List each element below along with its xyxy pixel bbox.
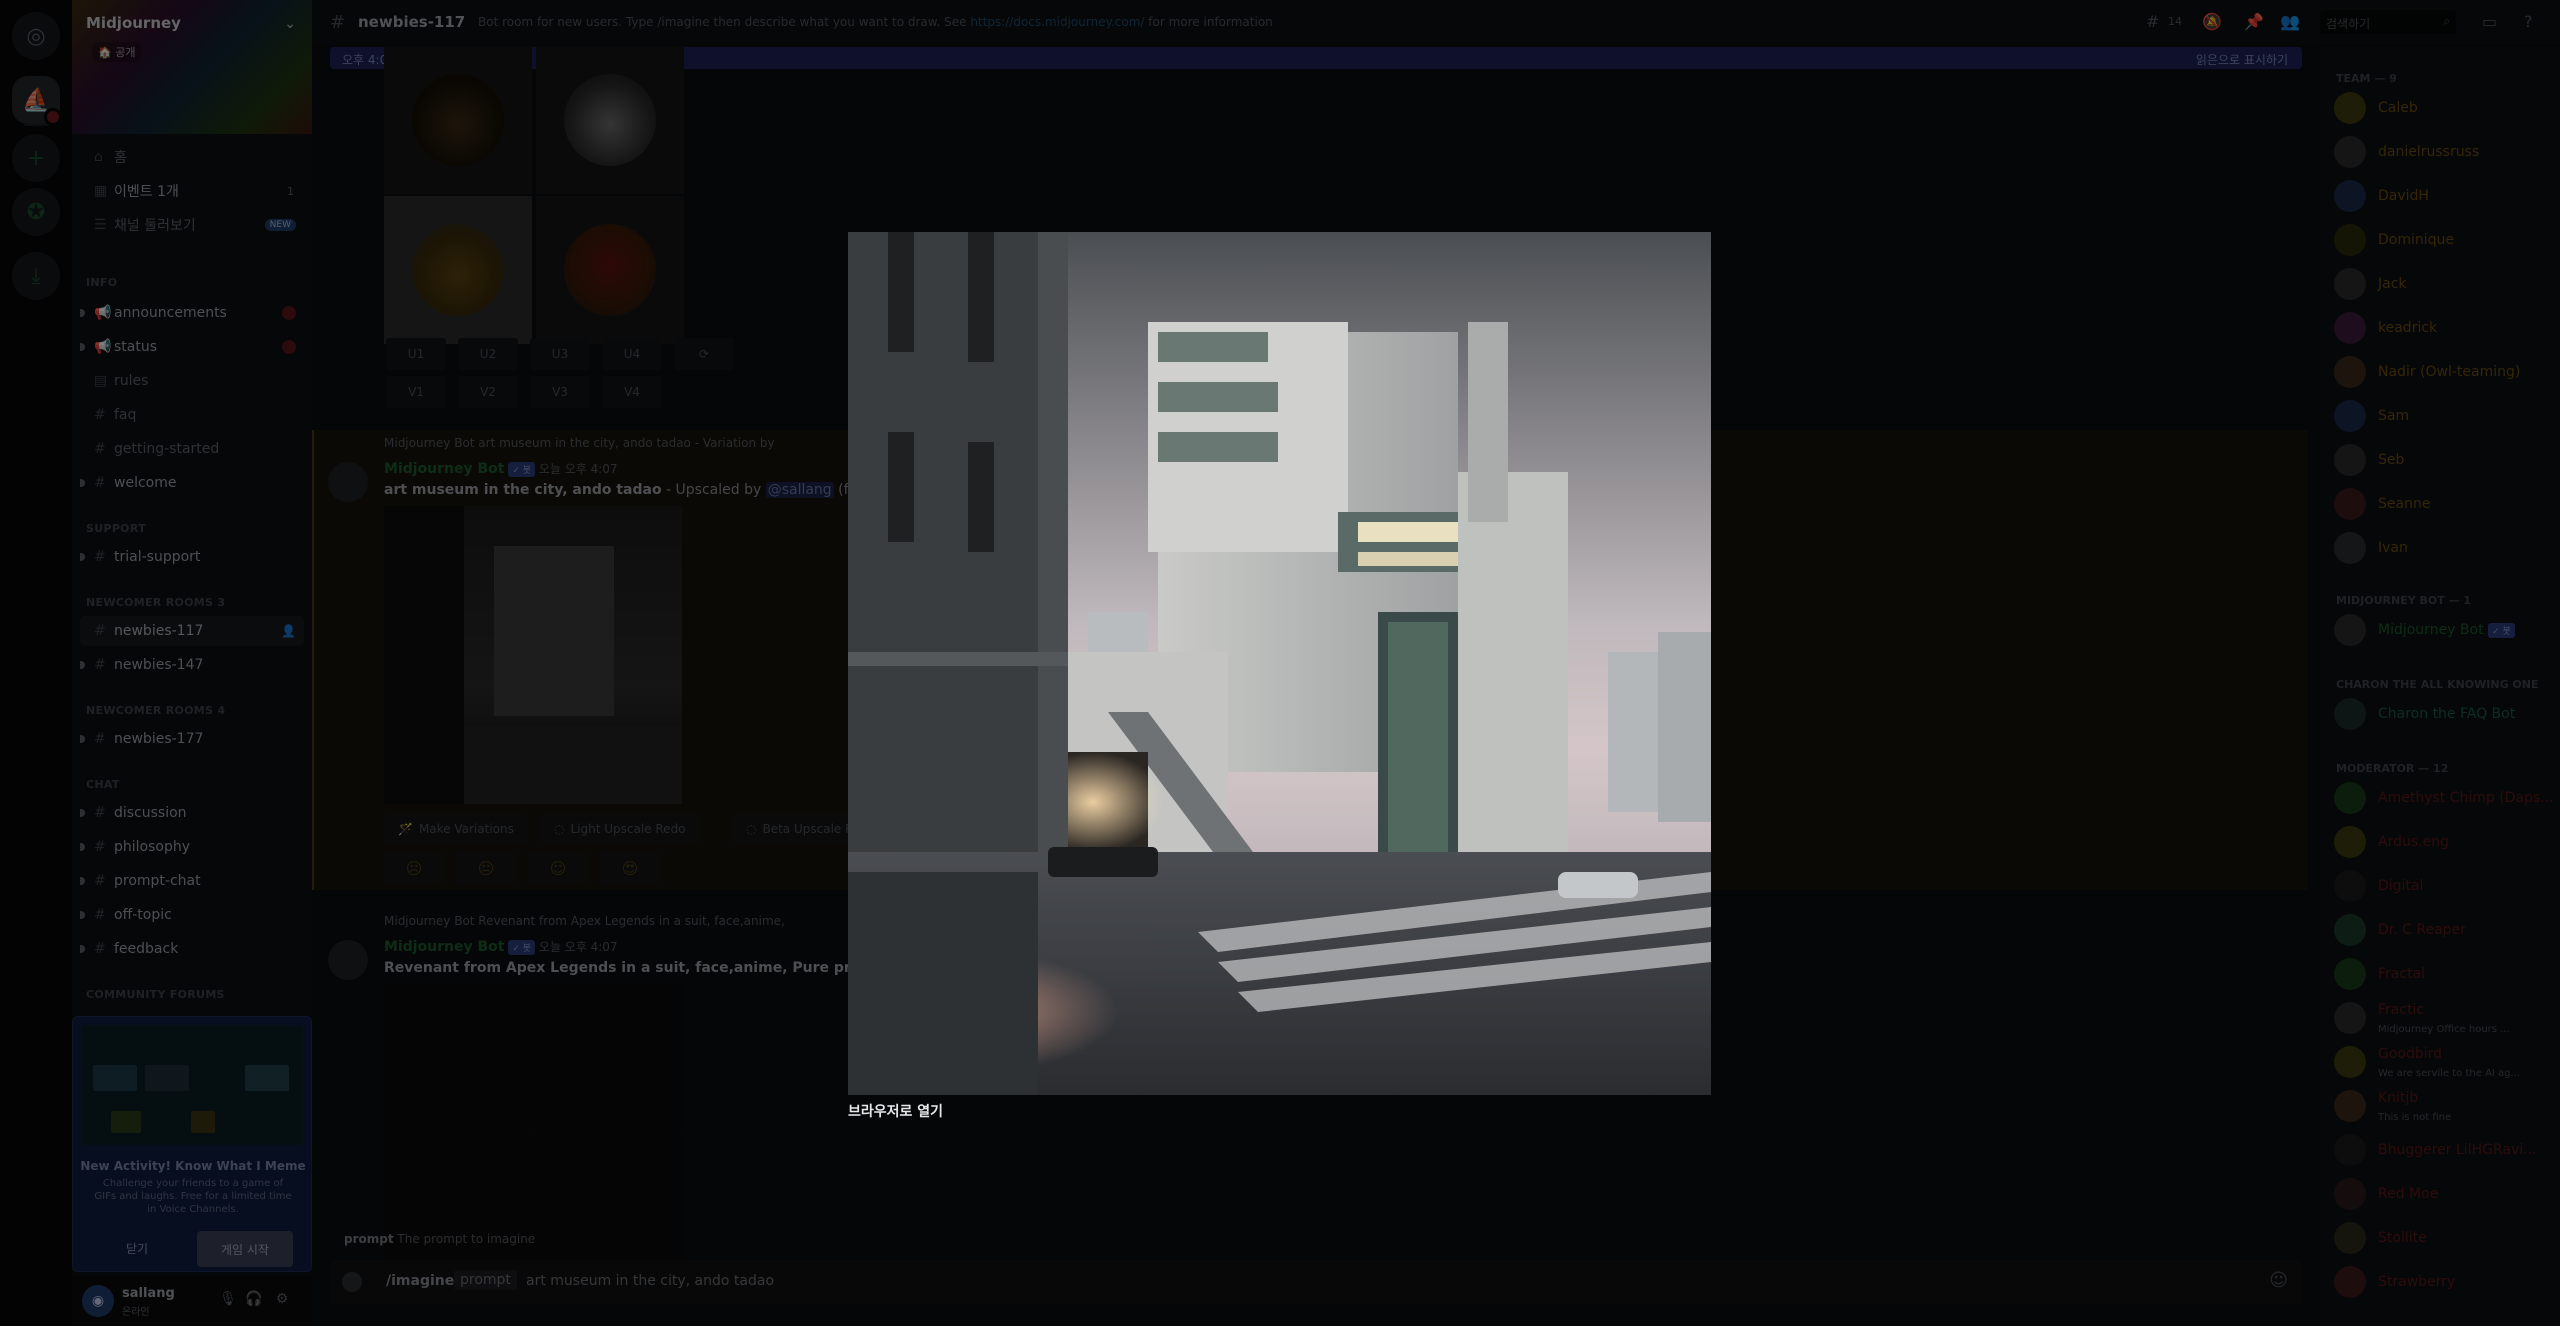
image-viewer-image[interactable] <box>848 232 1711 1095</box>
open-in-browser-link[interactable]: 브라우저로 열기 <box>848 1101 943 1121</box>
architecture-image <box>848 232 1711 1095</box>
